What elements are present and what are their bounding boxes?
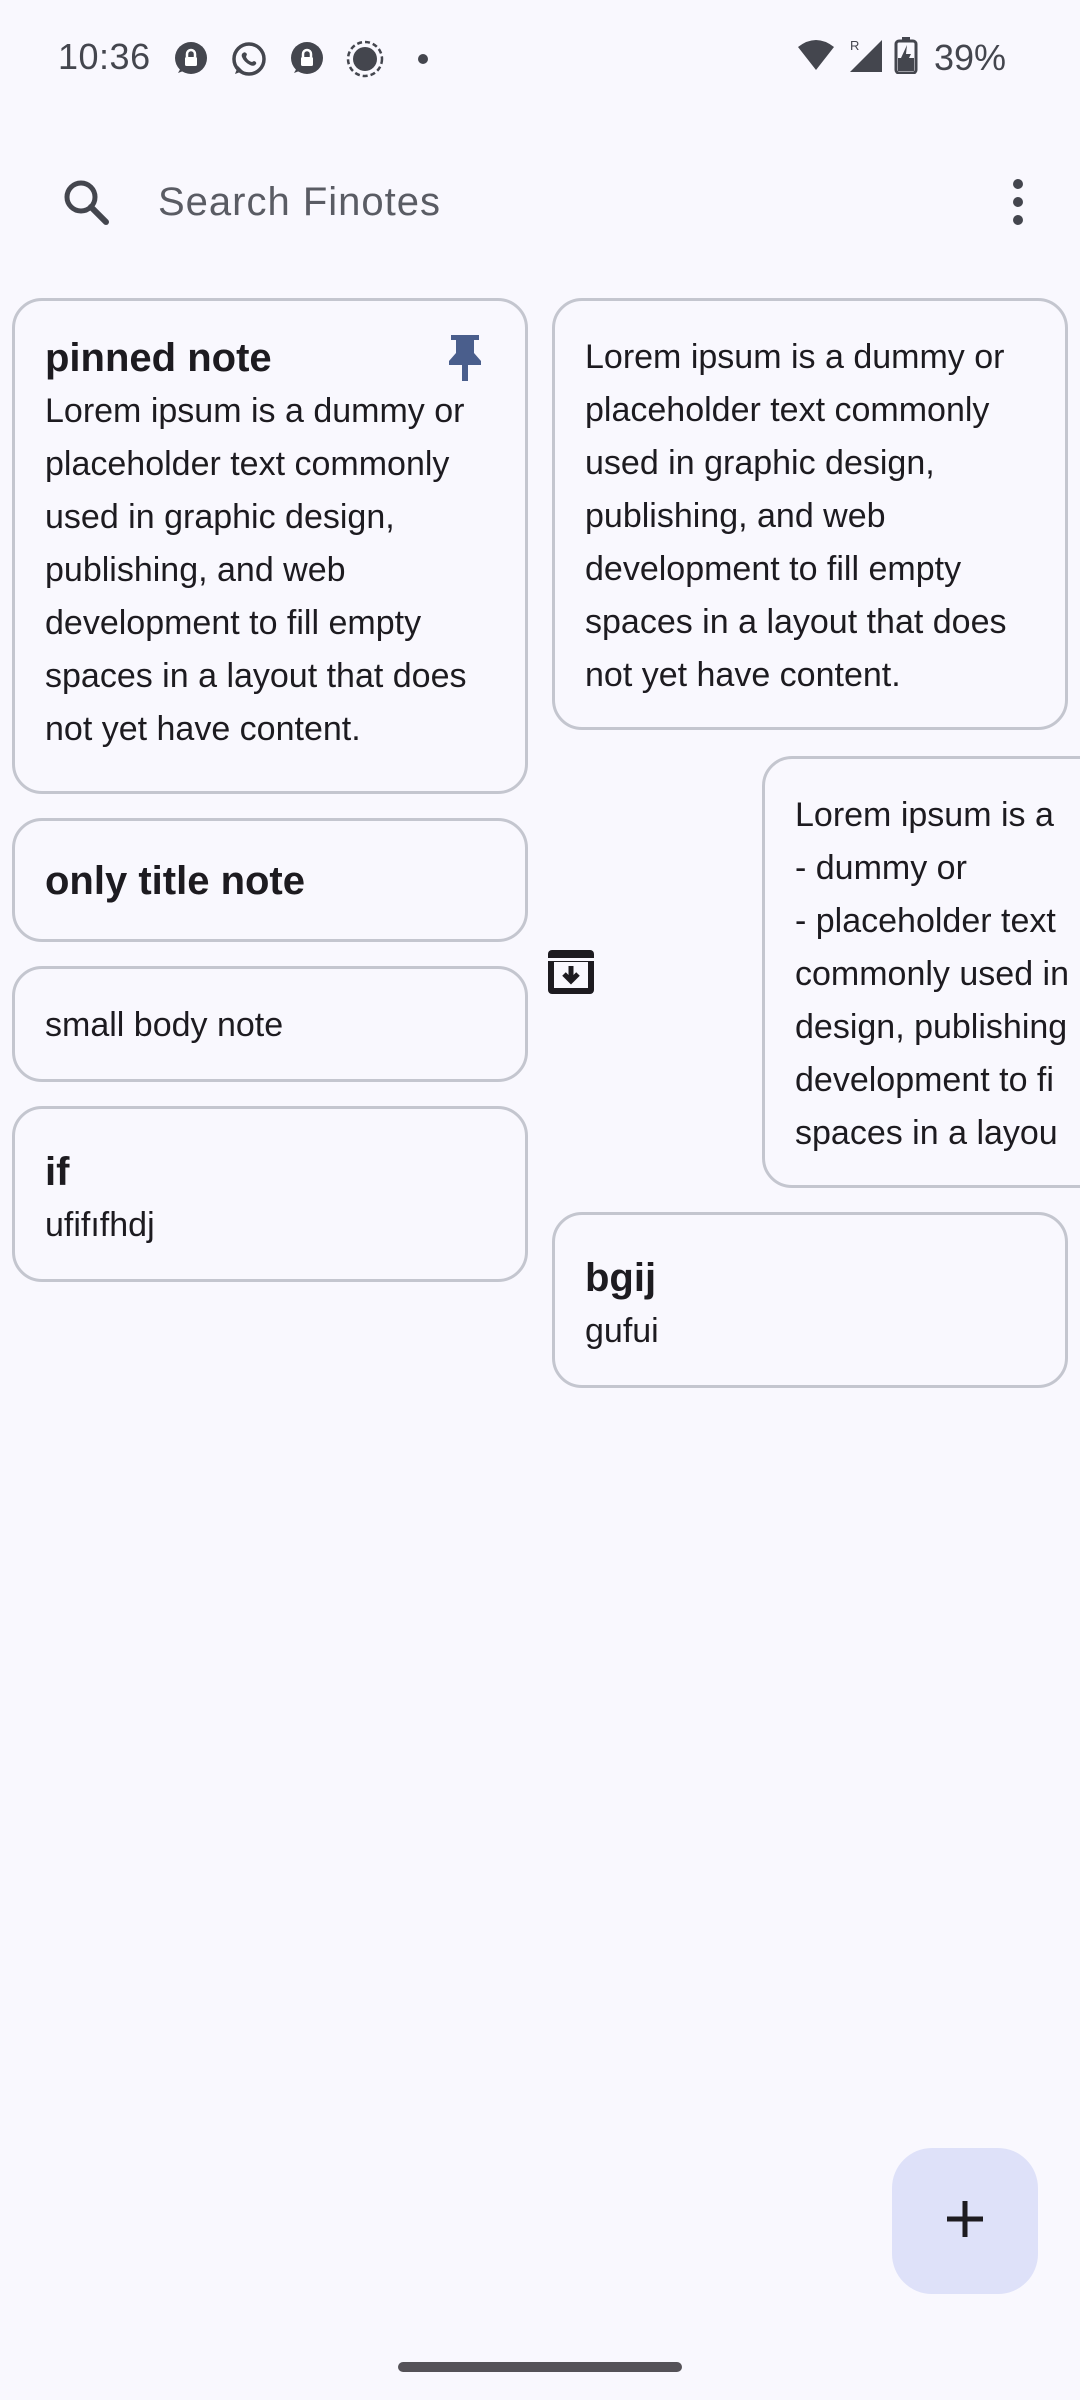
- dot-icon: [404, 40, 442, 78]
- screen: 10:36 R 39% Search Finotes pinned note L…: [0, 0, 1080, 2400]
- note-body: Lorem ipsum is a dummy or placeholder te…: [585, 338, 1007, 694]
- note-title: only title note: [45, 859, 305, 903]
- status-bar: 10:36 R 39%: [0, 0, 1080, 120]
- search-bar[interactable]: [30, 150, 1050, 254]
- note-title: if: [45, 1150, 70, 1194]
- battery-charging-icon: [894, 36, 918, 79]
- notification-icons: [172, 40, 442, 78]
- note-card-lorem[interactable]: Lorem ipsum is a dummy or placeholder te…: [552, 298, 1068, 730]
- signal-icon: [346, 40, 384, 78]
- more-options-icon[interactable]: [990, 174, 1046, 230]
- note-card-pinned[interactable]: pinned note Lorem ipsum is a dummy or pl…: [12, 298, 528, 794]
- note-body: small body note: [45, 1006, 284, 1044]
- plus-icon: [943, 2197, 987, 2246]
- note-body: Lorem ipsum is a - dummy or - placeholde…: [795, 796, 1070, 1152]
- system-status-icons: R 39%: [796, 36, 1006, 79]
- status-time: 10:36: [58, 36, 151, 77]
- signal-chat-icon: [288, 40, 326, 78]
- gesture-nav-handle[interactable]: [398, 2362, 682, 2372]
- note-title: bgij: [585, 1256, 657, 1300]
- note-card-small-body[interactable]: small body note: [12, 966, 528, 1082]
- signal-chat-icon: [172, 40, 210, 78]
- add-note-button[interactable]: [892, 2148, 1038, 2294]
- note-body: Lorem ipsum is a dummy or placeholder te…: [45, 392, 467, 748]
- search-input[interactable]: [158, 172, 938, 232]
- archive-icon: [544, 944, 598, 998]
- search-icon[interactable]: [58, 174, 114, 230]
- note-body: ufifıfhdj: [45, 1206, 155, 1244]
- note-card-if[interactable]: if ufifıfhdj: [12, 1106, 528, 1282]
- note-body: gufui: [585, 1312, 659, 1350]
- whatsapp-icon: [230, 40, 268, 78]
- svg-text:R: R: [850, 38, 859, 53]
- note-card-only-title[interactable]: only title note: [12, 818, 528, 942]
- note-card-swiping[interactable]: Lorem ipsum is a - dummy or - placeholde…: [762, 756, 1080, 1188]
- pin-icon[interactable]: [441, 331, 489, 383]
- wifi-icon: [796, 38, 836, 77]
- battery-percent: 39%: [933, 36, 1006, 78]
- cellular-signal-roaming-icon: R: [846, 36, 884, 79]
- note-title: pinned note: [45, 336, 272, 380]
- note-card-bgij[interactable]: bgij gufui: [552, 1212, 1068, 1388]
